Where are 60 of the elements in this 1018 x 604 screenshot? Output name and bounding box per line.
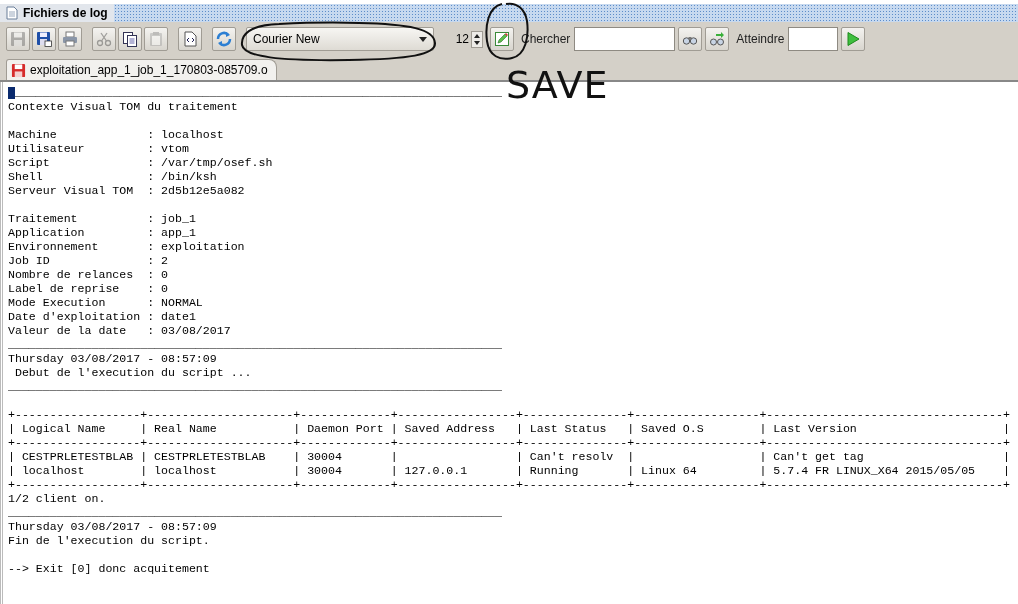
copy-icon [122, 31, 138, 47]
toolbar-button[interactable] [118, 27, 142, 51]
search-field[interactable] [574, 27, 676, 51]
log-line: Valeur de la date : 03/08/2017 [8, 324, 231, 337]
dropdown-caret-icon [419, 36, 427, 42]
log-line: _______________________________________________________________________ [8, 338, 502, 351]
log-line: --> Exit [0] donc acquitement [8, 562, 210, 575]
floppy-icon [36, 31, 52, 47]
log-line: _______________________________________________________________________ [8, 380, 502, 393]
log-line: Nombre de relances : 0 [8, 268, 169, 281]
log-line: Script : /var/tmp/osef.sh [8, 156, 273, 169]
toolbar-button[interactable] [678, 27, 703, 51]
log-line: Job ID : 2 [8, 254, 169, 267]
document-icon [6, 6, 18, 20]
log-line: 1/2 client on. [8, 492, 106, 505]
refresh-icon [216, 31, 232, 47]
pencil-icon [494, 31, 510, 47]
code-page-icon [182, 31, 198, 47]
log-line: Contexte Visual TOM du traitement [8, 100, 238, 113]
log-line: Serveur Visual TOM : 2d5b12e5a082 [8, 184, 245, 197]
log-line: Traitement : job_1 [8, 212, 196, 225]
log-line: Utilisateur : vtom [8, 142, 189, 155]
clipboard-icon [148, 31, 164, 47]
spin-up-icon [474, 33, 480, 38]
floppy-icon [10, 31, 26, 47]
log-line: Label de reprise : 0 [8, 282, 169, 295]
font-size-spinner[interactable]: 12 [443, 27, 483, 51]
log-line: Shell : /bin/ksh [8, 170, 217, 183]
log-line: Debut de l'execution du script ... [13, 366, 252, 379]
goto-field[interactable] [788, 27, 839, 51]
log-line: Machine : localhost [8, 128, 224, 141]
log-line: Environnement : exploitation [8, 240, 245, 253]
spin-down-icon [474, 40, 480, 45]
toolbar-button[interactable] [32, 27, 56, 51]
log-line: +------------------+---------------------+-------------+-----------------+---------------+------------------+----------------------------------+ [8, 408, 1010, 421]
log-line: +------------------+---------------------+-------------+-----------------+---------------+------------------+----------------------------------+ [8, 478, 1010, 491]
play-icon [845, 31, 862, 47]
floppy-icon [11, 62, 26, 78]
handwritten-note: SAVE [506, 66, 609, 104]
go-button[interactable] [841, 27, 866, 51]
log-line: Application : app_1 [8, 226, 196, 239]
log-line: | localhost | localhost | 30004 | 127.0.0.1 | Running | Linux 64 | 5.7.4 FR LINUX_X64 2015/05/05 | [8, 464, 1010, 477]
log-line: | CESTPRLETESTBLAB | CESTPRLETESTBLAB | 30004 | | Can't resolv | | Can't get tag | [8, 450, 1010, 463]
log-line: ______________________________________________________________________ [15, 86, 503, 99]
log-line: Mode Execution : NORMAL [8, 296, 203, 309]
log-line: Thursday 03/08/2017 - 08:57:09 [8, 520, 217, 533]
binoculars-arrow-icon [709, 31, 726, 47]
window-title: Fichiers de log [23, 6, 108, 20]
toolbar-button[interactable] [178, 27, 202, 51]
goto-label: Atteindre [736, 32, 785, 46]
file-tab[interactable]: exploitation_app_1_job_1_170803-085709.o [6, 59, 277, 80]
printer-icon [62, 31, 78, 47]
log-line: Fin de l'execution du script. [8, 534, 210, 547]
log-line: | Logical Name | Real Name | Daemon Port | Saved Address | Last Status | Saved O.S | Last Version | [8, 422, 1010, 435]
log-line: +------------------+---------------------+-------------+-----------------+---------------+------------------+----------------------------------+ [8, 436, 1010, 449]
font-dropdown[interactable]: Courier New [246, 27, 434, 51]
log-line: _______________________________________________________________________ [8, 506, 502, 519]
log-line: Date d'exploitation : date1 [8, 310, 196, 323]
log-line: Thursday 03/08/2017 - 08:57:09 [8, 352, 217, 365]
scissors-icon [96, 31, 112, 47]
